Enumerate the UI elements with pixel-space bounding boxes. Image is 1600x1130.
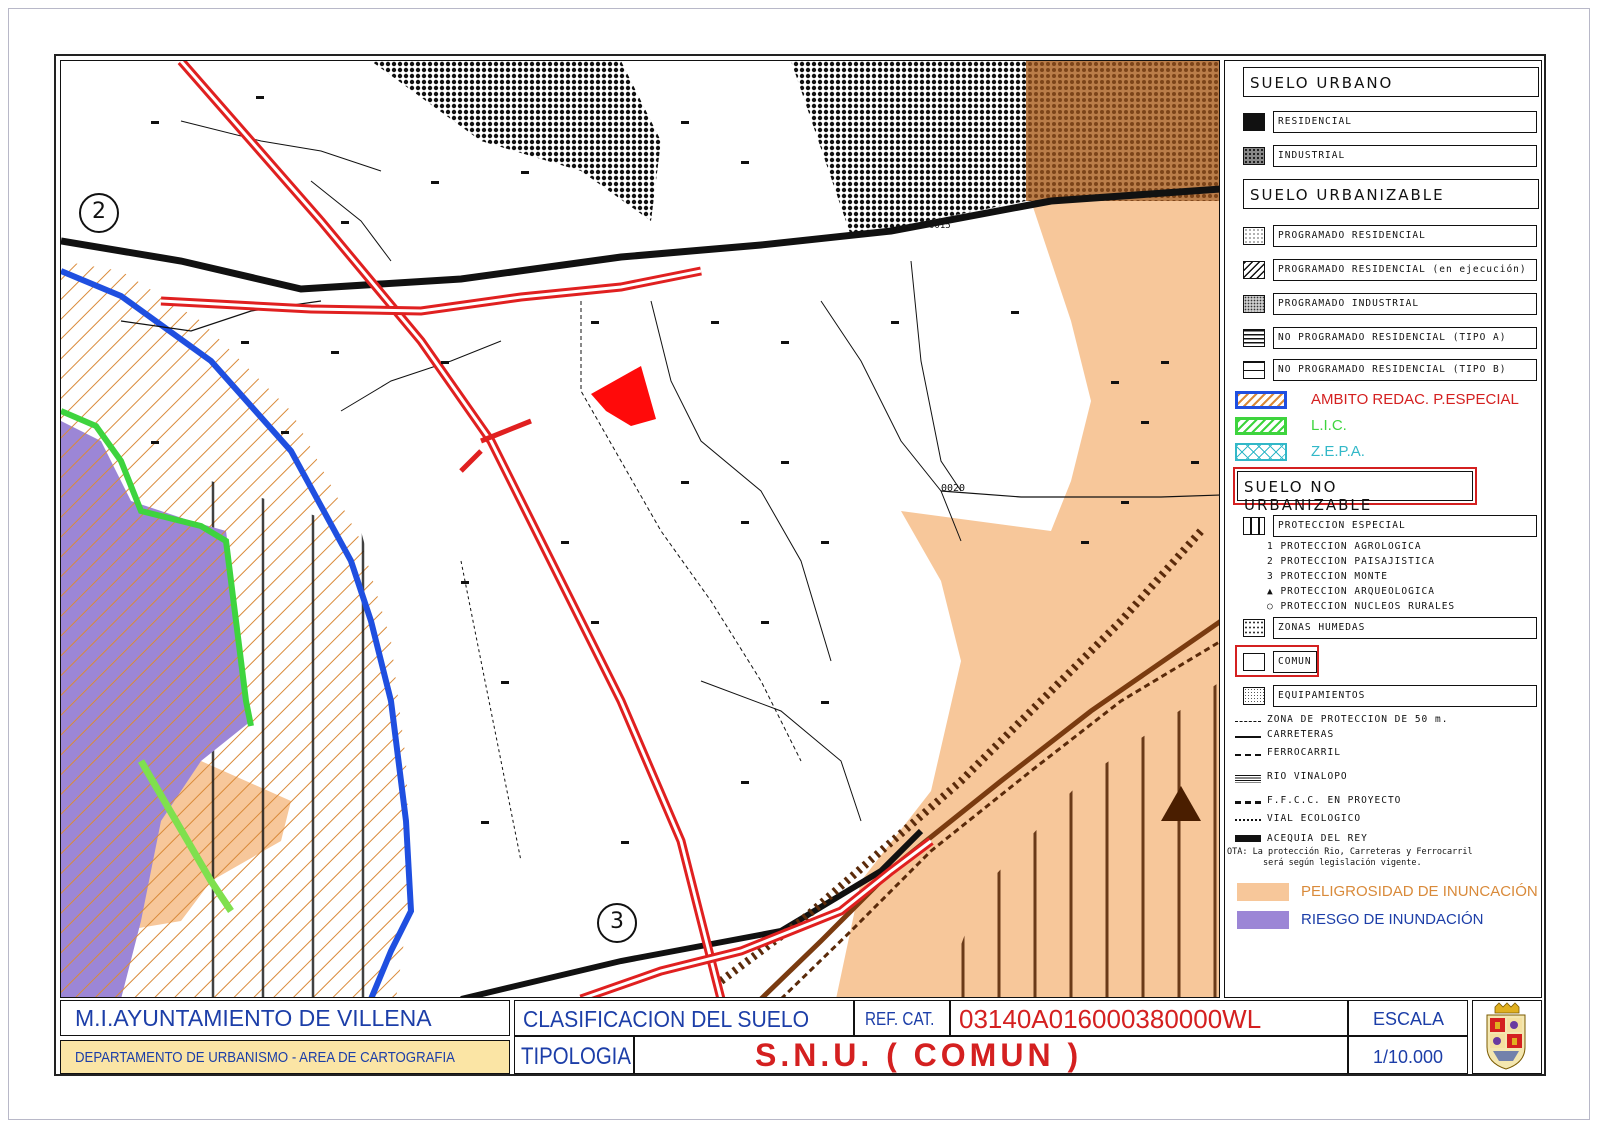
clasificacion-box: CLASIFICACION DEL SUELO	[514, 1000, 854, 1036]
label-equipamientos: EQUIPAMIENTOS	[1273, 685, 1537, 707]
label-proteccion-monte: 3 PROTECCION MONTE	[1267, 571, 1388, 582]
swatch-peligrosidad	[1237, 883, 1289, 901]
label-industrial: INDUSTRIAL	[1273, 145, 1537, 167]
label-rio: RIO VINALOPO	[1267, 771, 1348, 782]
label-ferrocarril: FERROCARRIL	[1267, 747, 1341, 758]
subject-parcel	[591, 366, 656, 426]
tipologia-label: TIPOLOGIA	[521, 1043, 631, 1070]
escala-label-box: ESCALA	[1348, 1000, 1468, 1036]
ref-cat-value-box: 03140A016000380000WL	[950, 1000, 1348, 1036]
escala-label: ESCALA	[1373, 1009, 1445, 1029]
symbol-ferrocarril	[1235, 754, 1261, 756]
swatch-ambito	[1235, 391, 1287, 409]
legend-item-proteccion-especial: PROTECCION ESPECIAL	[1243, 515, 1539, 537]
note-line-2: será según legislación vigente.	[1263, 858, 1422, 868]
title-departamento: DEPARTAMENTO DE URBANISMO - AREA DE CART…	[75, 1049, 455, 1066]
swatch-lic	[1235, 417, 1287, 435]
label-programado-industrial: PROGRAMADO INDUSTRIAL	[1273, 293, 1537, 315]
swatch-proteccion-especial	[1243, 517, 1265, 535]
note-line-1: OTA: La protección Rio, Carreteras y Fer…	[1227, 847, 1473, 857]
swatch-programado-residencial	[1243, 227, 1265, 245]
label-zonas-humedas: ZONAS HUMEDAS	[1273, 617, 1537, 639]
legend-item-no-programado-a: NO PROGRAMADO RESIDENCIAL (TIPO A)	[1243, 327, 1539, 349]
tipologia-value: S.N.U. ( COMUN )	[755, 1037, 1083, 1073]
label-no-programado-a: NO PROGRAMADO RESIDENCIAL (TIPO A)	[1273, 327, 1537, 349]
label-ffcc-proyecto: F.F.C.C. EN PROYECTO	[1267, 795, 1402, 806]
legend-item-zonas-humedas: ZONAS HUMEDAS	[1243, 617, 1539, 639]
swatch-no-programado-b	[1243, 361, 1265, 379]
tipologia-label-box: TIPOLOGIA	[514, 1036, 634, 1074]
escala-value-box: 1/10.000	[1348, 1036, 1468, 1074]
symbol-rio	[1235, 775, 1261, 783]
label-lic: L.I.C.	[1311, 417, 1347, 434]
label-riesgo: RIESGO DE INUNDACIÓN	[1301, 911, 1484, 928]
label-proteccion-arqueologica: ▲ PROTECCION ARQUEOLOGICA	[1267, 586, 1435, 597]
label-proteccion-agrologica: 1 PROTECCION AGROLOGICA	[1267, 541, 1422, 552]
swatch-programado-ejecucion	[1243, 261, 1265, 279]
legend-item-equipamientos: EQUIPAMIENTOS	[1243, 685, 1539, 707]
legend-item-comun: COMUN	[1243, 651, 1539, 673]
map-canvas	[61, 61, 1219, 997]
symbol-carreteras	[1235, 736, 1261, 738]
legend-note: OTA: La protección Rio, Carreteras y Fer…	[1227, 847, 1539, 869]
label-no-programado-b: NO PROGRAMADO RESIDENCIAL (TIPO B)	[1273, 359, 1537, 381]
swatch-programado-industrial	[1243, 295, 1265, 313]
legend-item-industrial: INDUSTRIAL	[1243, 145, 1539, 167]
sheet-marker-3: 3	[597, 903, 637, 943]
label-proteccion-paisajistica: 2 PROTECCION PAISAJISTICA	[1267, 556, 1435, 567]
swatch-zepa	[1235, 443, 1287, 461]
label-programado-residencial: PROGRAMADO RESIDENCIAL	[1273, 225, 1537, 247]
swatch-equipamientos	[1243, 687, 1265, 705]
label-acequia: ACEQUIA DEL REY	[1267, 833, 1368, 844]
sheet-marker-2: 2	[79, 193, 119, 233]
title-block: M.I.AYUNTAMIENTO DE VILLENA DEPARTAMENTO…	[60, 1000, 1542, 1074]
legend-item-programado-industrial: PROGRAMADO INDUSTRIAL	[1243, 293, 1539, 315]
symbol-vial-ecologico	[1235, 819, 1261, 821]
label-ambito: AMBITO REDAC. P.ESPECIAL	[1311, 391, 1519, 408]
label-residencial: RESIDENCIAL	[1273, 111, 1537, 133]
label-peligrosidad: PELIGROSIDAD DE INUNCACIÓN	[1301, 883, 1538, 900]
symbol-zona-proteccion	[1235, 721, 1261, 722]
label-zona-proteccion: ZONA DE PROTECCION DE 50 m.	[1267, 714, 1449, 725]
title-ayuntamiento: M.I.AYUNTAMIENTO DE VILLENA	[75, 1005, 432, 1031]
ref-cat-label: REF. CAT.	[865, 1009, 935, 1029]
swatch-residencial	[1243, 113, 1265, 131]
legend-item-residencial: RESIDENCIAL	[1243, 111, 1539, 133]
swatch-comun	[1243, 653, 1265, 671]
label-vial-ecologico: VIAL ECOLOGICO	[1267, 813, 1362, 824]
label-comun: COMUN	[1273, 651, 1317, 673]
title-ayuntamiento-box: M.I.AYUNTAMIENTO DE VILLENA	[60, 1000, 510, 1036]
title-departamento-box: DEPARTAMENTO DE URBANISMO - AREA DE CART…	[60, 1040, 510, 1074]
symbol-acequia	[1235, 835, 1261, 842]
swatch-zonas-humedas	[1243, 619, 1265, 637]
symbol-ffcc-proyecto	[1235, 801, 1261, 804]
map-panel: 2 3 0015 0020	[60, 60, 1220, 998]
tipologia-value-box: S.N.U. ( COMUN )	[634, 1036, 1348, 1074]
legend-item-programado-residencial: PROGRAMADO RESIDENCIAL	[1243, 225, 1539, 247]
swatch-industrial	[1243, 147, 1265, 165]
legend-item-programado-residencial-ejecucion: PROGRAMADO RESIDENCIAL (en ejecución)	[1243, 259, 1539, 281]
swatch-no-programado-a	[1243, 329, 1265, 347]
legend-heading-suelo-urbanizable: SUELO URBANIZABLE	[1243, 179, 1539, 209]
label-carreteras: CARRETERAS	[1267, 729, 1335, 740]
legend-heading-suelo-urbano: SUELO URBANO	[1243, 67, 1539, 97]
label-programado-ejecucion: PROGRAMADO RESIDENCIAL (en ejecución)	[1273, 259, 1537, 281]
ref-cat-value: 03140A016000380000WL	[959, 1004, 1262, 1034]
label-proteccion-especial: PROTECCION ESPECIAL	[1273, 515, 1537, 537]
escala-value: 1/10.000	[1373, 1047, 1444, 1067]
clasificacion-label: CLASIFICACION DEL SUELO	[523, 1006, 810, 1032]
coat-of-arms-box	[1472, 1000, 1542, 1074]
road-code-mid: 0020	[941, 483, 966, 494]
swatch-riesgo	[1237, 911, 1289, 929]
label-zepa: Z.E.P.A.	[1311, 443, 1365, 460]
label-proteccion-nucleos: ○ PROTECCION NUCLEOS RURALES	[1267, 601, 1456, 612]
road-code-top: 0015	[929, 221, 951, 231]
coat-of-arms-icon	[1486, 1002, 1526, 1070]
legend-item-no-programado-b: NO PROGRAMADO RESIDENCIAL (TIPO B)	[1243, 359, 1539, 381]
legend-heading-no-urbanizable: SUELO NO URBANIZABLE	[1237, 471, 1473, 514]
legend-panel: SUELO URBANO RESIDENCIAL INDUSTRIAL SUEL…	[1224, 60, 1542, 998]
ref-cat-label-box: REF. CAT.	[854, 1000, 950, 1036]
